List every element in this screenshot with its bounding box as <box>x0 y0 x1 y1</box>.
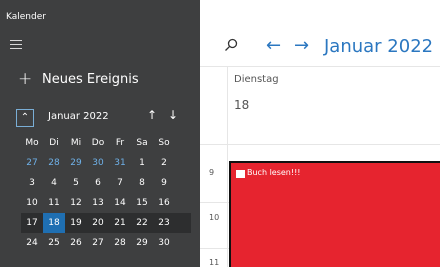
calendar-day[interactable]: 1 <box>131 153 153 173</box>
calendar-day[interactable]: 30 <box>87 153 109 173</box>
back-arrow-icon[interactable]: ← <box>266 36 281 56</box>
current-week-row: 17 18 19 20 21 22 23 <box>21 213 191 233</box>
week-row: 3 4 5 6 7 8 9 <box>21 173 191 193</box>
calendar-day[interactable]: 25 <box>43 233 65 253</box>
weekday-label: Fr <box>115 138 125 148</box>
calendar-day[interactable]: 22 <box>131 213 153 233</box>
calendar-day[interactable]: 4 <box>43 173 65 193</box>
calendar-day[interactable]: 10 <box>21 193 43 213</box>
calendar-day[interactable]: 27 <box>21 153 43 173</box>
weekday-label: So <box>158 138 170 148</box>
day-number[interactable]: 18 <box>234 98 249 112</box>
calendar-day[interactable]: 24 <box>21 233 43 253</box>
hour-label: 11 <box>209 258 220 267</box>
search-icon[interactable] <box>224 38 238 52</box>
calendar-day[interactable]: 29 <box>65 153 87 173</box>
hamburger-menu-icon[interactable] <box>10 40 22 50</box>
divider <box>200 144 440 145</box>
weekday-header-row: Mo Di Mi Do Fr Sa So <box>21 133 191 153</box>
book-icon <box>236 170 245 178</box>
chevron-up-icon[interactable]: ⌃ <box>16 109 34 127</box>
calendar-day[interactable]: 29 <box>131 233 153 253</box>
plus-icon: + <box>18 69 33 89</box>
sidebar: Kalender + Neues Ereignis ⌃ Januar 2022 … <box>0 0 200 267</box>
hour-label: 9 <box>209 168 215 177</box>
calendar-day[interactable]: 11 <box>43 193 65 213</box>
calendar-day[interactable]: 28 <box>109 233 131 253</box>
mini-calendar-grid: Mo Di Mi Do Fr Sa So 27 28 29 30 31 1 2 … <box>21 133 191 253</box>
mini-calendar-header: ⌃ Januar 2022 ↑ ↓ <box>0 106 200 130</box>
calendar-day[interactable]: 30 <box>153 233 175 253</box>
calendar-day[interactable]: 14 <box>109 193 131 213</box>
calendar-day[interactable]: 2 <box>153 153 175 173</box>
calendar-day[interactable]: 17 <box>21 213 43 233</box>
week-row: 24 25 26 27 28 29 30 <box>21 233 191 253</box>
next-month-arrow-icon[interactable]: ↓ <box>168 108 178 122</box>
calendar-day[interactable]: 23 <box>153 213 175 233</box>
weekday-label: Do <box>91 138 105 148</box>
app-title: Kalender <box>6 12 46 22</box>
forward-arrow-icon[interactable]: → <box>294 36 309 56</box>
hour-label: 10 <box>209 213 220 222</box>
weekday-label: Sa <box>136 138 148 148</box>
calendar-day[interactable]: 28 <box>43 153 65 173</box>
main-panel: ← → Januar 2022 Dienstag 18 9 10 11 Buch… <box>200 0 440 267</box>
calendar-day[interactable]: 15 <box>131 193 153 213</box>
weekday-label: Di <box>49 138 59 148</box>
time-column-divider <box>227 66 228 267</box>
mini-calendar-month[interactable]: Januar 2022 <box>48 111 109 122</box>
calendar-day[interactable]: 16 <box>153 193 175 213</box>
week-row: 10 11 12 13 14 15 16 <box>21 193 191 213</box>
calendar-day[interactable]: 31 <box>109 153 131 173</box>
calendar-day[interactable]: 3 <box>21 173 43 193</box>
calendar-day-selected[interactable]: 18 <box>43 213 65 233</box>
calendar-event[interactable]: Buch lesen!!! <box>229 161 440 267</box>
month-title[interactable]: Januar 2022 <box>324 36 433 57</box>
calendar-day[interactable]: 7 <box>109 173 131 193</box>
previous-month-arrow-icon[interactable]: ↑ <box>147 108 157 122</box>
calendar-day[interactable]: 26 <box>65 233 87 253</box>
day-name: Dienstag <box>234 74 279 85</box>
week-row: 27 28 29 30 31 1 2 <box>21 153 191 173</box>
calendar-day[interactable]: 9 <box>153 173 175 193</box>
calendar-day[interactable]: 12 <box>65 193 87 213</box>
weekday-label: Mi <box>70 138 82 148</box>
event-title: Buch lesen!!! <box>247 168 301 177</box>
calendar-day[interactable]: 5 <box>65 173 87 193</box>
weekday-label: Mo <box>25 138 39 148</box>
divider <box>200 66 440 67</box>
new-event-label: Neues Ereignis <box>42 72 139 87</box>
calendar-day[interactable]: 19 <box>65 213 87 233</box>
calendar-day[interactable]: 6 <box>87 173 109 193</box>
calendar-day[interactable]: 27 <box>87 233 109 253</box>
calendar-day[interactable]: 8 <box>131 173 153 193</box>
calendar-day[interactable]: 13 <box>87 193 109 213</box>
calendar-day[interactable]: 20 <box>87 213 109 233</box>
calendar-day[interactable]: 21 <box>109 213 131 233</box>
